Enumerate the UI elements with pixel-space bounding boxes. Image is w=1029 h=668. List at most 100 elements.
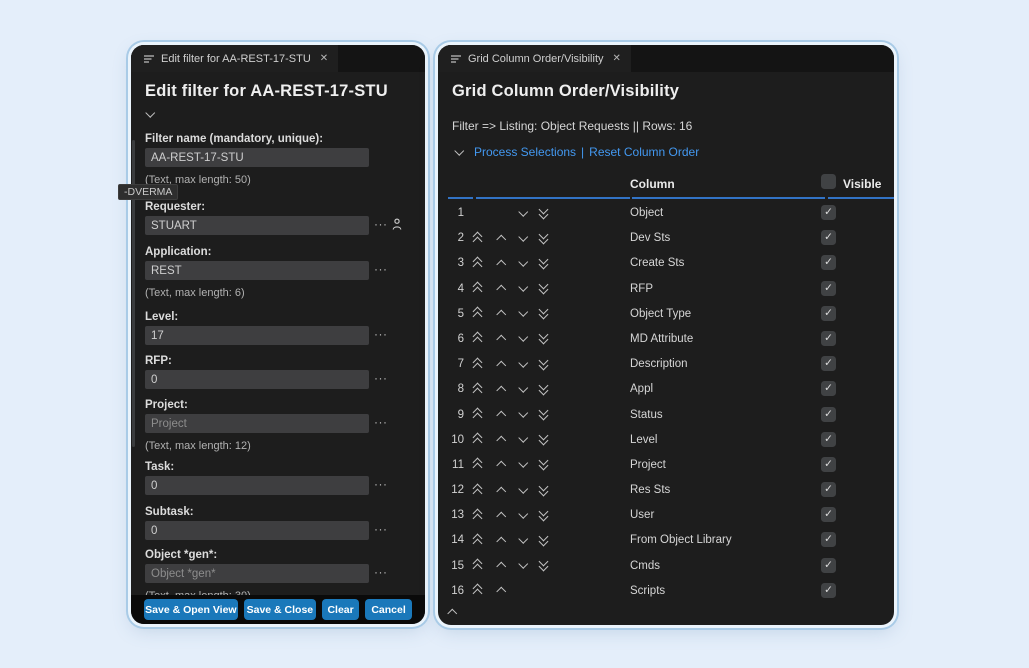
move-down-button[interactable] bbox=[518, 384, 528, 394]
move-bottom-button[interactable] bbox=[538, 357, 549, 371]
task-input[interactable] bbox=[145, 476, 369, 495]
move-top-button[interactable] bbox=[472, 433, 483, 447]
browse-ellipsis-button[interactable]: ··· bbox=[374, 217, 388, 231]
tab-grid-column-order[interactable]: Grid Column Order/Visibility ✕ bbox=[438, 45, 631, 72]
move-up-button[interactable] bbox=[496, 535, 506, 545]
move-down-button[interactable] bbox=[518, 233, 528, 243]
move-top-button[interactable] bbox=[472, 307, 483, 321]
move-up-button[interactable] bbox=[496, 384, 506, 394]
move-down-button[interactable] bbox=[518, 208, 528, 218]
move-down-button[interactable] bbox=[518, 410, 528, 420]
visible-checkbox[interactable]: ✓ bbox=[821, 356, 836, 371]
move-up-button[interactable] bbox=[496, 334, 506, 344]
browse-ellipsis-button[interactable]: ··· bbox=[374, 371, 388, 385]
browse-ellipsis-button[interactable]: ··· bbox=[374, 565, 388, 579]
filter-name-input[interactable] bbox=[145, 148, 369, 167]
application-input[interactable] bbox=[145, 261, 369, 280]
visible-checkbox[interactable]: ✓ bbox=[821, 532, 836, 547]
move-bottom-button[interactable] bbox=[538, 256, 549, 270]
move-down-button[interactable] bbox=[518, 334, 528, 344]
browse-ellipsis-button[interactable]: ··· bbox=[374, 522, 388, 536]
visible-checkbox[interactable]: ✓ bbox=[821, 507, 836, 522]
move-top-button[interactable] bbox=[472, 559, 483, 573]
move-bottom-button[interactable] bbox=[538, 332, 549, 346]
clear-button[interactable]: Clear bbox=[322, 599, 359, 620]
move-up-button[interactable] bbox=[496, 233, 506, 243]
visible-checkbox[interactable]: ✓ bbox=[821, 558, 836, 573]
rfp-input[interactable] bbox=[145, 370, 369, 389]
move-bottom-button[interactable] bbox=[538, 282, 549, 296]
save-open-view-button[interactable]: Save & Open View bbox=[144, 599, 238, 620]
move-top-button[interactable] bbox=[472, 231, 483, 245]
move-bottom-button[interactable] bbox=[538, 206, 549, 220]
visible-checkbox[interactable]: ✓ bbox=[821, 306, 836, 321]
subtask-input[interactable] bbox=[145, 521, 369, 540]
move-top-button[interactable] bbox=[472, 282, 483, 296]
browse-ellipsis-button[interactable]: ··· bbox=[374, 262, 388, 276]
move-down-button[interactable] bbox=[518, 561, 528, 571]
move-bottom-button[interactable] bbox=[538, 408, 549, 422]
move-down-button[interactable] bbox=[518, 510, 528, 520]
object-gen-input[interactable] bbox=[145, 564, 369, 583]
move-bottom-button[interactable] bbox=[538, 559, 549, 573]
move-down-button[interactable] bbox=[518, 359, 528, 369]
move-down-button[interactable] bbox=[518, 535, 528, 545]
move-bottom-button[interactable] bbox=[538, 458, 549, 472]
move-down-button[interactable] bbox=[518, 485, 528, 495]
scroll-up-chevron-icon[interactable] bbox=[447, 607, 457, 617]
move-up-button[interactable] bbox=[496, 460, 506, 470]
move-top-button[interactable] bbox=[472, 533, 483, 547]
move-bottom-button[interactable] bbox=[538, 433, 549, 447]
save-close-button[interactable]: Save & Close bbox=[244, 599, 316, 620]
move-top-button[interactable] bbox=[472, 332, 483, 346]
move-bottom-button[interactable] bbox=[538, 483, 549, 497]
move-top-button[interactable] bbox=[472, 458, 483, 472]
move-up-button[interactable] bbox=[496, 435, 506, 445]
visible-checkbox[interactable]: ✓ bbox=[821, 583, 836, 598]
move-top-button[interactable] bbox=[472, 256, 483, 270]
visible-checkbox[interactable]: ✓ bbox=[821, 482, 836, 497]
visible-checkbox[interactable]: ✓ bbox=[821, 381, 836, 396]
visible-all-checkbox[interactable] bbox=[821, 174, 836, 189]
move-top-button[interactable] bbox=[472, 508, 483, 522]
visible-checkbox[interactable]: ✓ bbox=[821, 205, 836, 220]
browse-ellipsis-button[interactable]: ··· bbox=[374, 327, 388, 341]
move-bottom-button[interactable] bbox=[538, 508, 549, 522]
level-input[interactable] bbox=[145, 326, 369, 345]
move-down-button[interactable] bbox=[518, 284, 528, 294]
move-bottom-button[interactable] bbox=[538, 231, 549, 245]
process-selections-link[interactable]: Process Selections bbox=[474, 145, 576, 159]
move-up-button[interactable] bbox=[496, 586, 506, 596]
visible-checkbox[interactable]: ✓ bbox=[821, 432, 836, 447]
visible-checkbox[interactable]: ✓ bbox=[821, 230, 836, 245]
cancel-button[interactable]: Cancel bbox=[365, 599, 412, 620]
collapse-chevron-down-icon[interactable] bbox=[454, 147, 464, 157]
tab-edit-filter[interactable]: Edit filter for AA-REST-17-STU ✕ bbox=[131, 45, 338, 72]
move-bottom-button[interactable] bbox=[538, 307, 549, 321]
move-top-button[interactable] bbox=[472, 408, 483, 422]
move-up-button[interactable] bbox=[496, 359, 506, 369]
move-up-button[interactable] bbox=[496, 485, 506, 495]
user-icon[interactable] bbox=[392, 218, 402, 236]
move-top-button[interactable] bbox=[472, 357, 483, 371]
move-up-button[interactable] bbox=[496, 284, 506, 294]
move-up-button[interactable] bbox=[496, 561, 506, 571]
visible-checkbox[interactable]: ✓ bbox=[821, 407, 836, 422]
collapse-chevron-down-icon[interactable] bbox=[145, 109, 155, 119]
move-top-button[interactable] bbox=[472, 584, 483, 598]
move-up-button[interactable] bbox=[496, 258, 506, 268]
move-down-button[interactable] bbox=[518, 258, 528, 268]
project-input[interactable] bbox=[145, 414, 369, 433]
move-bottom-button[interactable] bbox=[538, 382, 549, 396]
close-icon[interactable]: ✕ bbox=[320, 53, 328, 64]
requester-input[interactable] bbox=[145, 216, 369, 235]
move-down-button[interactable] bbox=[518, 460, 528, 470]
browse-ellipsis-button[interactable]: ··· bbox=[374, 477, 388, 491]
move-bottom-button[interactable] bbox=[538, 533, 549, 547]
visible-checkbox[interactable]: ✓ bbox=[821, 281, 836, 296]
browse-ellipsis-button[interactable]: ··· bbox=[374, 415, 388, 429]
visible-checkbox[interactable]: ✓ bbox=[821, 457, 836, 472]
move-up-button[interactable] bbox=[496, 410, 506, 420]
move-down-button[interactable] bbox=[518, 435, 528, 445]
move-top-button[interactable] bbox=[472, 382, 483, 396]
